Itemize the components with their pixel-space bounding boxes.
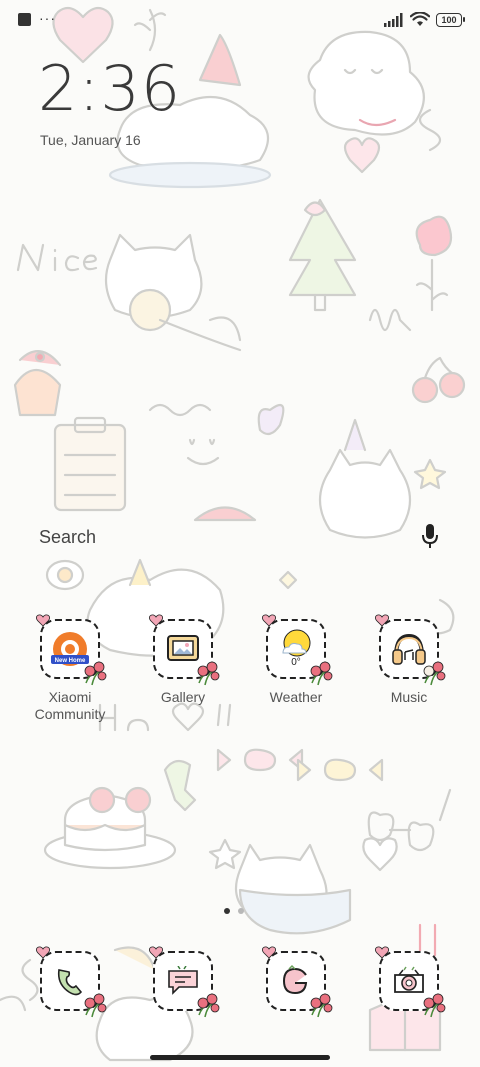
- search-label: Search: [39, 527, 97, 547]
- heart-icon: [36, 614, 50, 627]
- home-indicator[interactable]: [150, 1055, 330, 1060]
- app-tile: [262, 946, 333, 1018]
- weather-temp: 0°: [291, 656, 301, 668]
- app-tile: [149, 614, 220, 686]
- search-bar[interactable]: Search: [20, 510, 460, 562]
- stop-square-icon: [18, 13, 31, 26]
- heart-icon: [262, 614, 276, 627]
- battery-icon: 100: [436, 12, 465, 27]
- heart-icon: [375, 614, 389, 627]
- app-label: Weather: [269, 689, 323, 705]
- dock-phone[interactable]: [15, 946, 125, 1018]
- page-dot: [238, 908, 244, 914]
- app-label: Music: [390, 689, 428, 705]
- flower-icon: [84, 661, 107, 686]
- heart-icon: [262, 946, 276, 959]
- clock-date[interactable]: Tue, January 16: [40, 132, 141, 148]
- flower-icon: [84, 993, 107, 1018]
- app-tile: [375, 614, 446, 686]
- app-gallery[interactable]: Gallery: [128, 614, 238, 706]
- heart-icon: [36, 946, 50, 959]
- sun-icon: [282, 629, 311, 656]
- flower-icon: [423, 661, 446, 686]
- flower-icon: [197, 993, 220, 1018]
- app-tile: [36, 946, 107, 1018]
- app-tile: [149, 946, 220, 1018]
- dock-camera[interactable]: [354, 946, 464, 1018]
- microphone-icon[interactable]: [420, 522, 440, 550]
- app-music[interactable]: Music: [354, 614, 464, 706]
- dock-google[interactable]: [241, 946, 351, 1018]
- app-label: Xiaomi Community: [34, 689, 106, 722]
- clock-time[interactable]: 2:36: [38, 52, 181, 125]
- app-tile: 0°: [262, 614, 333, 686]
- status-bar: ··· 100: [0, 8, 480, 34]
- flower-icon: [310, 993, 333, 1018]
- app-label: Gallery: [160, 689, 206, 705]
- heart-icon: [149, 614, 163, 627]
- flower-icon: [423, 993, 446, 1018]
- app-tile: New Home: [36, 614, 107, 686]
- page-indicator[interactable]: [224, 908, 244, 914]
- wifi-icon: [410, 12, 430, 26]
- flower-icon: [310, 661, 333, 686]
- app-xiaomi-community[interactable]: New Home Xiaomi Community: [15, 614, 125, 723]
- dock-messages[interactable]: [128, 946, 238, 1018]
- more-notifications-icon: ···: [39, 9, 56, 26]
- app-weather[interactable]: 0° Weather: [241, 614, 351, 706]
- battery-level: 100: [441, 14, 457, 25]
- flower-icon: [197, 661, 220, 686]
- heart-icon: [375, 946, 389, 959]
- signal-icon: [384, 12, 403, 27]
- app-tile: [375, 946, 446, 1018]
- page-dot-active: [224, 908, 230, 914]
- heart-icon: [149, 946, 163, 959]
